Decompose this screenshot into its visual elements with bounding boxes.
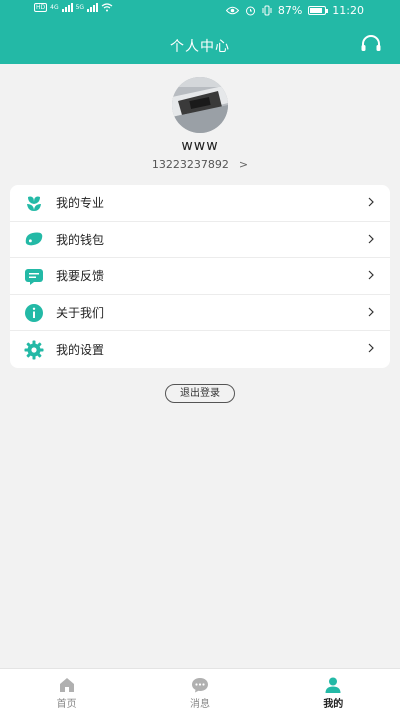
home-icon [59, 678, 74, 692]
wallet-icon [24, 229, 44, 249]
menu-item-label: 关于我们 [56, 306, 105, 321]
battery-icon [308, 6, 329, 15]
menu-item-feedback[interactable]: 我要反馈 [10, 258, 390, 295]
headset-icon[interactable] [360, 34, 382, 54]
signal-icon-2 [87, 3, 99, 12]
menu-card: 我的专业 我的钱包 我要反馈 关于我们 我的设置 [10, 185, 390, 368]
network-label-2: 5G [75, 4, 85, 11]
menu-item-settings[interactable]: 我的设置 [10, 331, 390, 368]
user-icon [325, 677, 341, 693]
network-label: 4G [50, 4, 59, 11]
profile-section: www 13223237892 > [0, 64, 400, 179]
eye-icon [225, 6, 239, 15]
chevron-right-icon [368, 197, 374, 207]
chevron-right-icon [368, 307, 374, 317]
gear-icon [24, 340, 44, 360]
tab-label: 消息 [189, 699, 210, 710]
username: www [181, 138, 219, 154]
message-icon [191, 678, 208, 693]
chevron-right-icon: > [238, 158, 249, 171]
flower-icon [24, 193, 44, 213]
status-bar: HD 4G 5G 87% 11:20 [0, 0, 400, 24]
tab-label: 我的 [323, 699, 344, 710]
alarm-icon [245, 6, 255, 16]
menu-item-label: 我的钱包 [56, 232, 105, 247]
menu-item-about[interactable]: 关于我们 [10, 295, 390, 332]
page-title: 个人中心 [170, 39, 230, 55]
logout-button[interactable]: 退出登录 [165, 384, 235, 403]
chevron-right-icon [368, 234, 374, 244]
clock: 11:20 [332, 4, 364, 17]
wifi-icon [101, 3, 113, 12]
phone-number: 13223237892 [151, 158, 229, 171]
menu-item-label: 我要反馈 [56, 269, 105, 284]
avatar[interactable] [172, 77, 228, 133]
feedback-icon [24, 266, 44, 286]
vibrate-icon [262, 5, 272, 16]
menu-item-label: 我的专业 [56, 196, 105, 211]
signal-group: HD 4G 5G [34, 3, 113, 12]
phone-row[interactable]: 13223237892 > [0, 158, 400, 171]
status-right: 87% 11:20 [225, 4, 364, 17]
menu-item-wallet[interactable]: 我的钱包 [10, 222, 390, 259]
battery-percent: 87% [277, 4, 303, 17]
tab-home[interactable]: 首页 [0, 669, 133, 711]
chevron-right-icon [368, 343, 374, 353]
avatar-photo [172, 77, 228, 133]
tab-profile[interactable]: 我的 [267, 669, 400, 711]
bottom-tab-bar: 首页 消息 我的 [0, 668, 400, 711]
tab-messages[interactable]: 消息 [133, 669, 266, 711]
signal-icon [61, 3, 73, 12]
tab-label: 首页 [56, 699, 77, 710]
header-bar: HD 4G 5G 87% 11:20 个人中心 [0, 0, 400, 64]
hd-badge: HD [34, 3, 48, 12]
info-icon [24, 303, 44, 323]
chevron-right-icon [368, 270, 374, 280]
menu-item-label: 我的设置 [56, 343, 105, 358]
menu-item-major[interactable]: 我的专业 [10, 185, 390, 222]
